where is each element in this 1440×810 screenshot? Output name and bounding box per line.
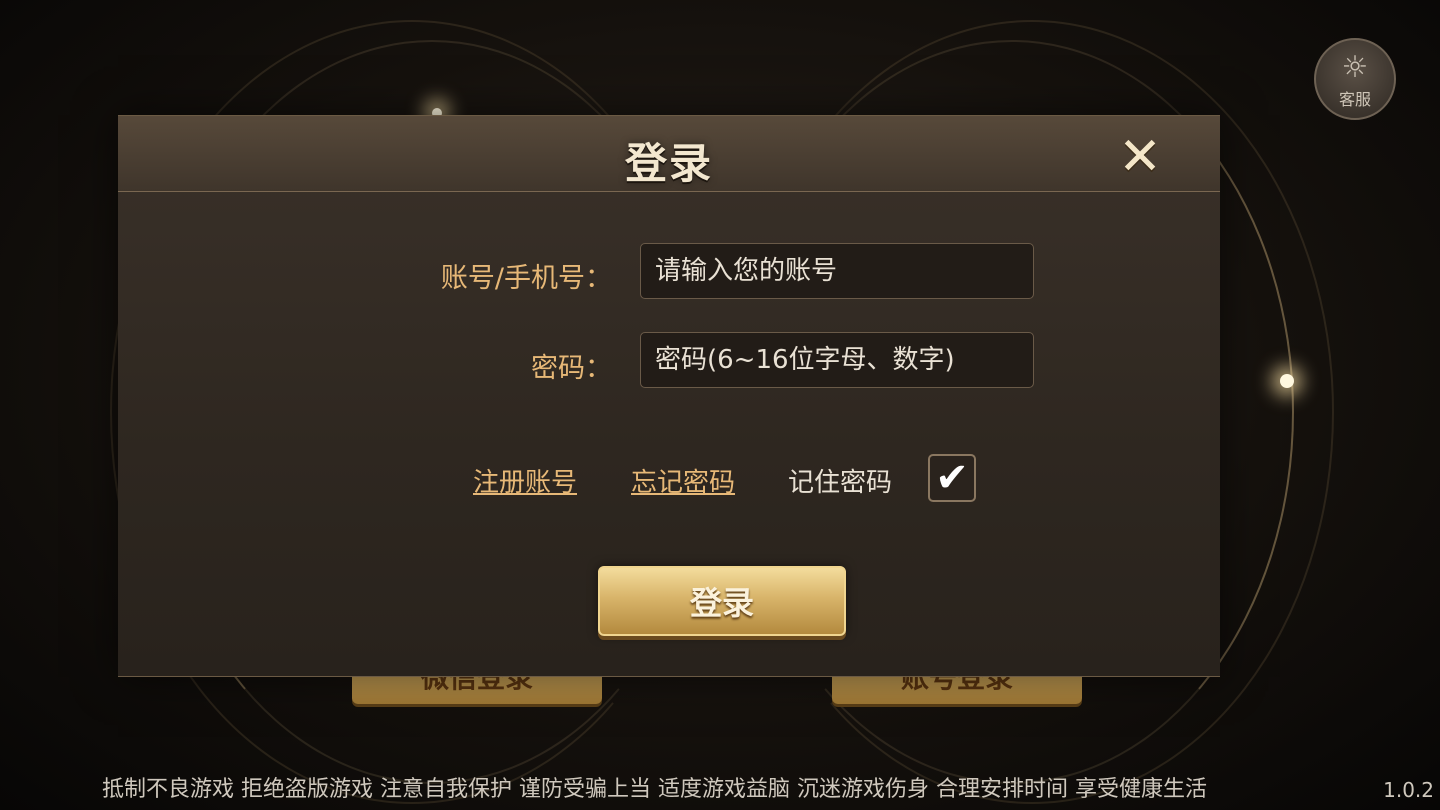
remember-password-checkbox[interactable]: ✔ (928, 454, 976, 502)
close-icon: ✕ (1118, 127, 1162, 187)
close-button[interactable]: ✕ (1114, 131, 1166, 186)
password-label: 密码： (531, 353, 612, 384)
version-label: 1.0.2 (1383, 778, 1434, 802)
register-link[interactable]: 注册账号 (473, 462, 577, 499)
customer-service-label: 客服 (1338, 90, 1371, 109)
footer: 抵制不良游戏 拒绝盗版游戏 注意自我保护 谨防受骗上当 适度游戏益脑 沉迷游戏伤… (0, 770, 1440, 810)
dialog-title: 登录 (624, 139, 713, 188)
decor-glow-right (1280, 374, 1294, 388)
account-input[interactable] (640, 243, 1034, 299)
checkmark-icon: ✔ (935, 455, 969, 501)
account-label: 账号/手机号： (440, 263, 612, 294)
health-notice: 抵制不良游戏 拒绝盗版游戏 注意自我保护 谨防受骗上当 适度游戏益脑 沉迷游戏伤… (102, 777, 1207, 802)
login-button[interactable]: 登录 (598, 566, 846, 636)
customer-service-button[interactable]: ☼ 客服 (1314, 38, 1396, 120)
forgot-password-link[interactable]: 忘记密码 (631, 462, 735, 499)
login-dialog: 登录 ✕ 账号/手机号： 密码： 注册账号 忘记密码 记住密码 ✔ 登录 (118, 115, 1220, 677)
headset-icon: ☼ (1341, 50, 1369, 85)
password-input[interactable] (640, 332, 1034, 388)
remember-password-label: 记住密码 (788, 468, 893, 498)
